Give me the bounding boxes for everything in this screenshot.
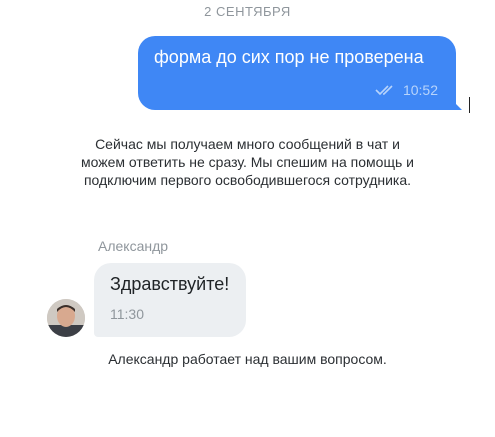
- double-check-icon: [375, 85, 393, 96]
- outgoing-message[interactable]: форма до сих пор не проверена 10:52: [138, 36, 456, 110]
- sender-name: Александр: [98, 238, 169, 254]
- incoming-message-time: 11:30: [110, 306, 144, 322]
- agent-avatar[interactable]: [47, 299, 85, 337]
- date-separator: 2 СЕНТЯБРЯ: [204, 4, 291, 19]
- agent-avatar-image: [47, 299, 85, 337]
- outgoing-message-text: форма до сих пор не проверена: [154, 47, 424, 67]
- system-message-assigned: Александр работает над вашим вопросом.: [108, 351, 387, 367]
- incoming-message-text: Здравствуйте!: [110, 274, 230, 294]
- text-cursor: [469, 97, 470, 113]
- outgoing-message-time: 10:52: [402, 82, 438, 98]
- system-message-queue: Сейчас мы получаем много сообщений в чат…: [81, 136, 414, 188]
- outgoing-bubble-tail: [448, 96, 462, 110]
- incoming-message[interactable]: Здравствуйте! 11:30: [94, 263, 246, 337]
- outgoing-message-meta: 10:52: [375, 82, 438, 98]
